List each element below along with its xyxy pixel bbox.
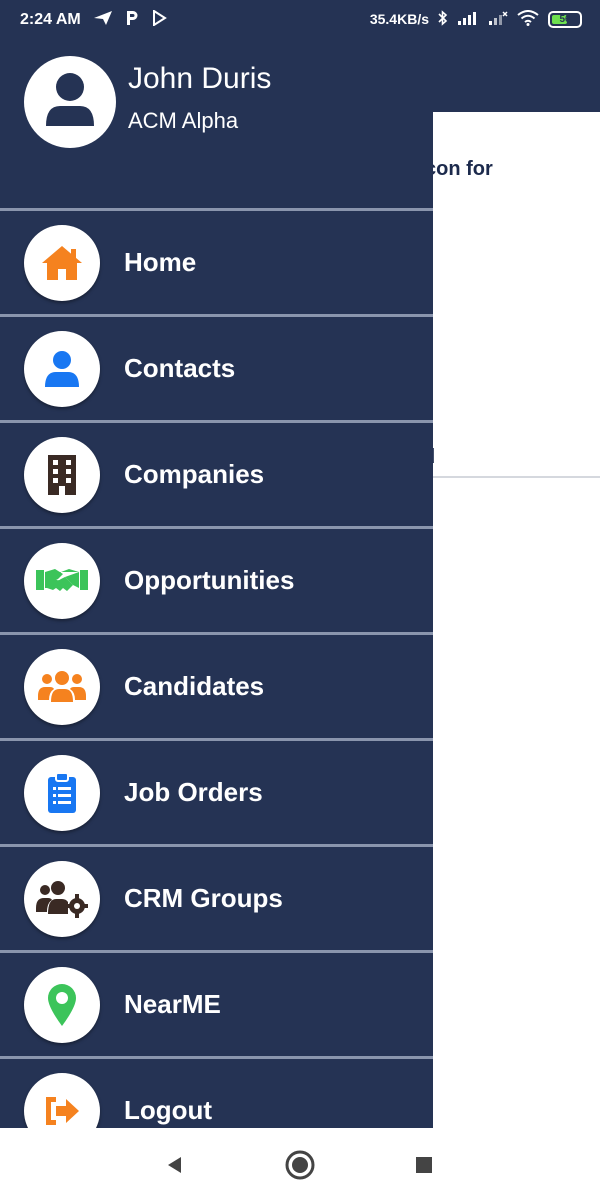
person-icon [24,330,100,407]
status-time: 2:24 AM [20,11,81,28]
avatar[interactable] [24,56,116,148]
group-icon [24,648,100,725]
background-text: rger Icon for [433,158,493,180]
user-name: John Duris [128,62,272,95]
location-pin-icon [24,966,100,1043]
user-icon [38,68,102,137]
navigation-icon [93,10,113,30]
group-settings-icon [24,860,100,937]
menu-item-label: CRM Groups [124,883,283,913]
battery-level: 56 [559,13,571,25]
background-screen: rger Icon for d [433,40,600,1128]
home-icon [24,224,100,301]
background-app-bar [433,40,600,112]
status-bar: 2:24 AM 35.4KB/s 56 [0,0,600,40]
play-icon [151,9,167,30]
menu-item-label: Logout [124,1095,213,1125]
signal-icon [457,10,479,28]
menu-item-label: Job Orders [124,777,263,807]
menu-item-logout[interactable]: Logout [0,1056,433,1128]
menu-item-job-orders[interactable]: Job Orders [0,738,433,844]
clipboard-icon [24,754,100,831]
recents-icon[interactable] [407,1148,441,1182]
battery-icon: 56 [548,10,582,28]
parking-icon [125,10,139,30]
building-icon [24,436,100,513]
menu-item-label: Companies [124,459,265,489]
menu-item-home[interactable]: Home [0,208,433,314]
drawer-header: John Duris ACM Alpha [0,40,433,208]
signal-icon [488,10,508,28]
menu-item-label: NearME [124,989,221,1019]
bluetooth-icon [438,10,448,28]
wifi-icon [517,10,539,28]
background-text: d [433,446,600,469]
drawer-menu: Home Contacts Companies Opportunities Ca… [0,208,433,1128]
menu-item-label: Opportunities [124,565,295,595]
navigation-drawer: John Duris ACM Alpha Home Contacts Compa… [0,40,433,1128]
network-speed: 35.4KB/s [369,11,429,27]
menu-item-label: Home [124,247,197,277]
back-icon[interactable] [157,1148,191,1182]
user-organization: ACM Alpha [128,108,239,133]
menu-item-crm-groups[interactable]: CRM Groups [0,844,433,950]
menu-item-label: Candidates [124,671,265,701]
system-nav-bar [0,1128,600,1200]
menu-item-label: Contacts [124,353,236,383]
menu-item-opportunities[interactable]: Opportunities [0,526,433,632]
menu-item-nearme[interactable]: NearME [0,950,433,1056]
home-circle-icon[interactable] [283,1148,317,1182]
menu-item-companies[interactable]: Companies [0,420,433,526]
handshake-icon [24,542,100,619]
background-divider [433,476,600,478]
menu-item-candidates[interactable]: Candidates [0,632,433,738]
logout-icon [24,1072,100,1128]
menu-item-contacts[interactable]: Contacts [0,314,433,420]
